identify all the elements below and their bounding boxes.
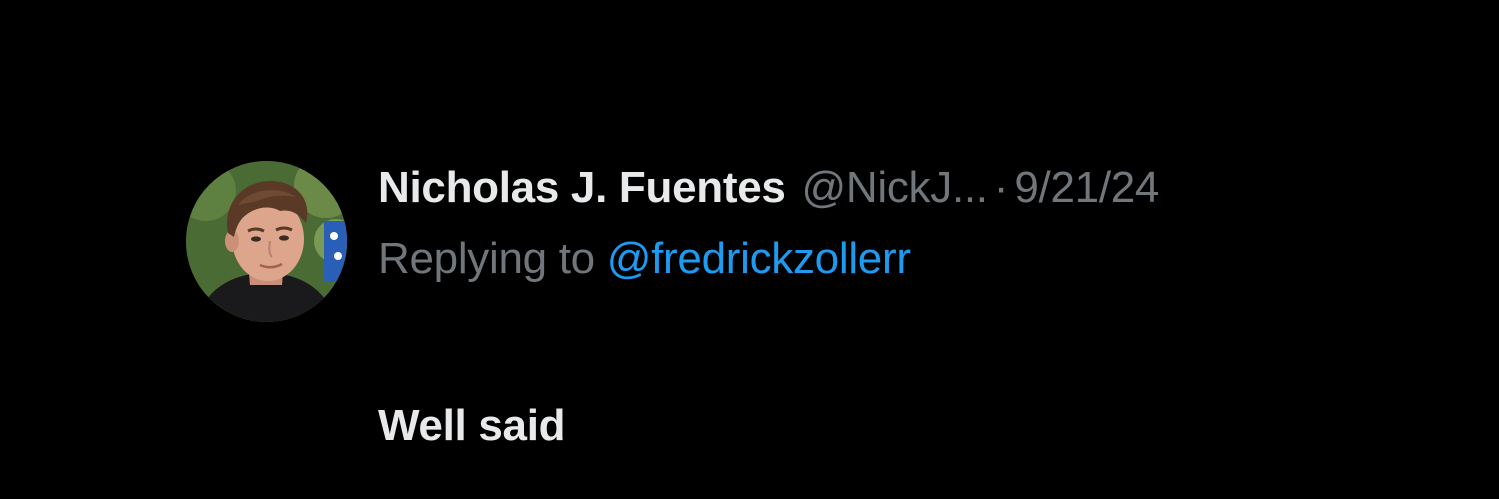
avatar[interactable]	[186, 161, 347, 322]
reply-handle-link[interactable]: @fredrickzollerr	[607, 234, 911, 283]
display-name[interactable]: Nicholas J. Fuentes	[378, 160, 786, 216]
replying-to-label: Replying to	[378, 234, 607, 283]
tweet-text: Well said	[378, 401, 566, 450]
replying-to: Replying to @fredrickzollerr	[378, 231, 911, 287]
tweet-date[interactable]: 9/21/24	[1014, 160, 1159, 216]
header-separator: ·	[993, 163, 1009, 212]
tweet-header: Nicholas J. Fuentes @NickJ... · 9/21/24	[378, 160, 1159, 216]
tweet-card: Nicholas J. Fuentes @NickJ... · 9/21/24 …	[0, 0, 1499, 499]
user-handle[interactable]: @NickJ...	[802, 160, 989, 216]
profile-photo-icon	[186, 161, 347, 322]
